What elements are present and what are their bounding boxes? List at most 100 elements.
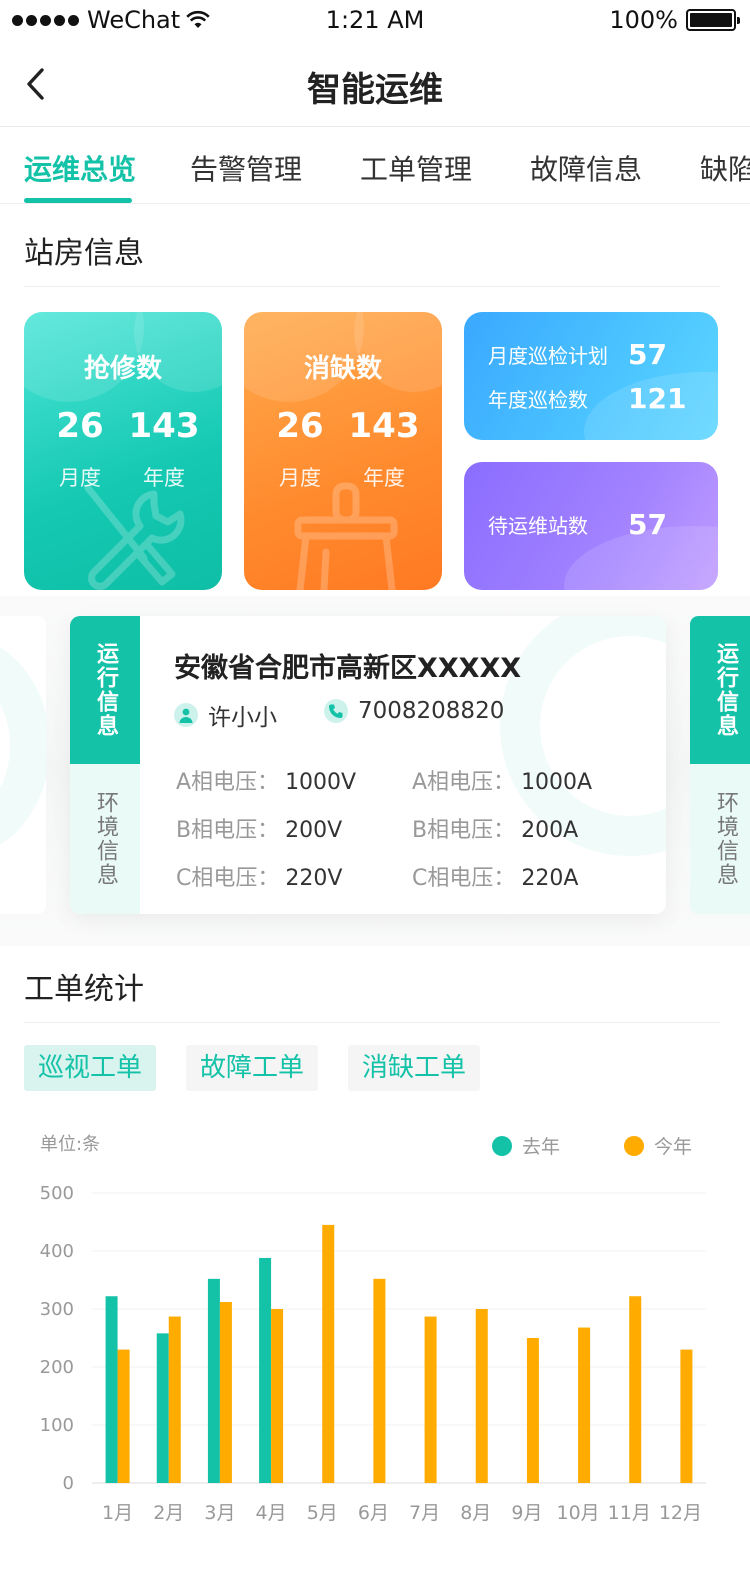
metric-value: 200A	[521, 818, 579, 843]
order-section-title: 工单统计	[24, 972, 144, 1007]
person-name: 许小小	[208, 705, 277, 731]
pending-stations-card[interactable]: 待运维站数 57	[464, 462, 718, 590]
battery-group: 100%	[609, 6, 740, 34]
year-inspection-row: 年度巡检数 121	[488, 382, 686, 415]
metric-a-voltage: A相电压： 1000V	[176, 764, 356, 796]
section-divider	[24, 286, 720, 287]
defect-card-title: 消缺数	[303, 354, 382, 384]
defect-month-value: 26	[276, 406, 324, 446]
bar-this-year	[629, 1296, 642, 1483]
metric-label: B相电压：	[412, 818, 516, 843]
nav-bar: 智能运维	[0, 40, 750, 127]
defect-card[interactable]: 消缺数 26 143 月度 年度	[244, 312, 442, 590]
metric-label: A相电压：	[176, 770, 280, 795]
contact-phone[interactable]: 7008208820	[324, 698, 504, 724]
x-tick-label: 6月	[358, 1502, 389, 1524]
month-plan-value: 57	[628, 338, 667, 371]
x-tick-label: 4月	[256, 1502, 287, 1524]
filter-patrol-order[interactable]: 巡视工单	[24, 1045, 157, 1091]
status-bar: WeChat 1:21 AM 100%	[0, 0, 750, 40]
repair-card-title: 抢修数	[83, 354, 162, 384]
x-tick-label: 9月	[511, 1502, 542, 1524]
inspection-card[interactable]: 月度巡检计划 57 年度巡检数 121	[464, 312, 718, 440]
bar-this-year	[322, 1224, 335, 1483]
bar-this-year	[424, 1316, 437, 1483]
prev-info-card[interactable]	[0, 616, 46, 914]
metric-c-voltage: C相电压： 220V	[176, 860, 342, 892]
x-tick-label: 8月	[460, 1502, 491, 1524]
metric-value: 220A	[521, 866, 579, 891]
x-tick-label: 10月	[556, 1502, 599, 1524]
next-info-card[interactable]: 运行信息 环境信息	[690, 616, 750, 914]
bar-this-year	[475, 1309, 488, 1483]
bar-this-year	[168, 1316, 181, 1483]
defect-year-value: 143	[348, 406, 420, 446]
x-tick-label: 11月	[608, 1502, 651, 1524]
tab-running-info[interactable]: 运行信息	[70, 616, 140, 764]
pending-value: 57	[628, 508, 667, 541]
pending-row: 待运维站数 57	[488, 508, 667, 541]
repair-year-value: 143	[128, 406, 200, 446]
metric-label: C相电压：	[176, 866, 280, 891]
year-inspection-label: 年度巡检数	[488, 388, 588, 412]
repair-month-value: 26	[56, 406, 104, 446]
metric-value: 1000V	[285, 770, 357, 795]
active-tab-indicator	[24, 198, 132, 203]
month-plan-row: 月度巡检计划 57	[488, 338, 667, 371]
metric-label: A相电压：	[412, 770, 516, 795]
pending-label: 待运维站数	[488, 514, 588, 538]
work-order-bar-chart: 0 100 200 300 400 500 1月 2月 3月 4月 5月 6月 7月 8月 9月 10月 11月…	[40, 1183, 706, 1524]
bar-last-year	[259, 1257, 272, 1483]
y-tick-label: 0	[63, 1473, 74, 1494]
app-screen: WeChat 1:21 AM 100% 智能运维 运维总览 告警管理 工单管理 …	[0, 0, 750, 1580]
tab-environment-info[interactable]: 环境信息	[70, 764, 140, 914]
card-decoration	[0, 636, 46, 856]
brush-icon	[294, 482, 398, 590]
phone-number: 7008208820	[358, 698, 505, 724]
bar-last-year	[156, 1333, 169, 1483]
y-tick-label: 500	[40, 1183, 74, 1204]
wrench-screwdriver-icon	[84, 484, 185, 590]
tab-overview[interactable]: 运维总览	[24, 148, 136, 188]
metric-b-voltage: B相电压： 200V	[176, 812, 342, 844]
bar-last-year	[207, 1278, 220, 1483]
station-section-title: 站房信息	[24, 236, 144, 271]
x-tick-label: 7月	[409, 1502, 440, 1524]
bar-this-year	[373, 1278, 386, 1483]
metric-value: 200V	[285, 818, 343, 843]
next-card-tab-environment[interactable]: 环境信息	[690, 764, 750, 914]
x-tick-label: 3月	[204, 1502, 235, 1524]
contact-person: 许小小	[174, 698, 277, 732]
bar-last-year	[105, 1296, 118, 1483]
bar-this-year	[117, 1349, 130, 1483]
person-icon	[174, 703, 198, 727]
station-address: 安徽省合肥市高新区XXXXX	[174, 653, 522, 684]
phone-icon	[324, 699, 348, 723]
battery-icon	[686, 9, 740, 31]
station-info-card: 运行信息 环境信息 安徽省合肥市高新区XXXXX 许小小 7008208820 …	[70, 616, 666, 914]
tab-work-order[interactable]: 工单管理	[360, 148, 472, 188]
x-tick-label: 12月	[659, 1502, 702, 1524]
filter-defect-order[interactable]: 消缺工单	[348, 1045, 481, 1091]
metric-value: 220V	[285, 866, 343, 891]
repair-card[interactable]: 抢修数 26 143 月度 年度	[24, 312, 222, 590]
tab-alarm[interactable]: 告警管理	[190, 148, 302, 188]
bar-this-year	[271, 1309, 284, 1483]
page-title: 智能运维	[307, 70, 443, 110]
x-tick-label: 2月	[153, 1502, 184, 1524]
battery-percent: 100%	[609, 6, 678, 34]
tab-fault[interactable]: 故障信息	[530, 148, 642, 188]
tab-bar: 运维总览 告警管理 工单管理 故障信息 缺陷	[0, 128, 750, 204]
tab-defect[interactable]: 缺陷	[700, 148, 750, 188]
filter-fault-order[interactable]: 故障工单	[186, 1045, 319, 1091]
bar-this-year	[578, 1327, 591, 1483]
metric-label: B相电压：	[176, 818, 280, 843]
section-divider	[24, 1022, 720, 1023]
metric-label: C相电压：	[412, 866, 516, 891]
y-tick-label: 200	[40, 1357, 74, 1378]
bar-this-year	[219, 1302, 232, 1483]
next-card-tab-running[interactable]: 运行信息	[690, 616, 750, 764]
bar-this-year	[526, 1338, 539, 1483]
bar-this-year	[680, 1349, 693, 1483]
metric-a-current: A相电压： 1000A	[412, 764, 592, 796]
